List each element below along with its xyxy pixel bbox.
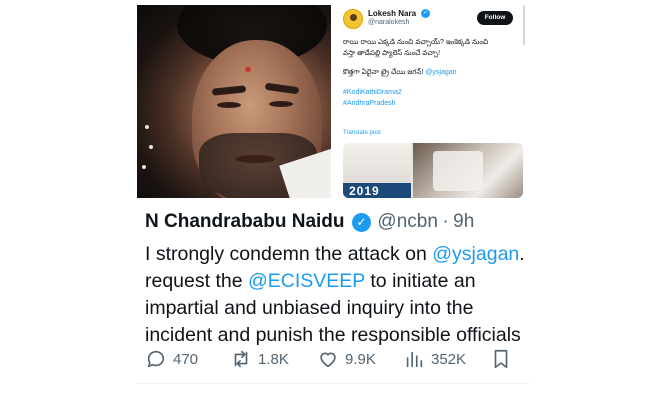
tweet-header: N Chandrababu Naidu ✓ @ncbn · 9h xyxy=(145,211,474,237)
author-name[interactable]: Lokesh Nara xyxy=(368,9,416,18)
mention-link[interactable]: @ECISVEEP xyxy=(248,270,365,292)
tweet-text-line-2: request the @ECISVEEP to initiate an xyxy=(145,270,476,292)
reply-button[interactable]: 470 xyxy=(145,346,198,372)
mention-link[interactable]: @ysjagan xyxy=(432,243,519,265)
hashtag-link[interactable]: #AndhraPradesh xyxy=(343,100,396,107)
tweet-text-line-1: రాయి రాయి ఎక్కడి నుంచి వచ్చాయ్? ఇంకెక్కడ… xyxy=(343,39,489,46)
repost-count: 1.8K xyxy=(258,350,289,368)
verified-badge-icon: ✓ xyxy=(421,9,430,18)
like-button[interactable]: 9.9K xyxy=(317,346,376,372)
bookmark-button[interactable] xyxy=(490,346,512,372)
verified-badge-icon: ✓ xyxy=(351,212,371,232)
media-year-text: 2019 xyxy=(349,184,380,198)
reply-icon xyxy=(147,350,165,368)
hashtag-link[interactable]: #KodiKathiDrama2 xyxy=(343,89,402,96)
tweet-text-line-4: incident and punish the responsible offi… xyxy=(145,324,521,346)
injured-man-photo xyxy=(137,5,331,198)
views-count: 352K xyxy=(431,350,467,368)
tweet-text-line-2: వస్తా తాడేపల్లి ప్యాలెస్ నుంచే వచ్చా! xyxy=(343,50,441,57)
author-handle[interactable]: @ncbn xyxy=(377,211,438,233)
scrollbar[interactable] xyxy=(523,5,525,45)
author-name[interactable]: N Chandrababu Naidu xyxy=(145,211,345,233)
tweet-text: I strongly condemn the attack on @ysjaga… xyxy=(145,241,530,349)
translate-post-link[interactable]: Translate post xyxy=(343,130,381,136)
views-chart-icon xyxy=(406,351,423,368)
views-button[interactable]: 352K xyxy=(403,346,466,372)
wound-mark xyxy=(245,67,251,72)
bookmark-icon xyxy=(494,349,508,369)
tweet-text-line-3: impartial and unbiased inquiry into the xyxy=(145,297,474,319)
separator-dot: · xyxy=(442,211,449,232)
top-collage-image: Lokesh Nara ✓ @naralokesh Follow రాయి రా… xyxy=(137,5,527,198)
mention-link[interactable]: @ysjagan xyxy=(425,69,456,76)
tweet-text-line-1: I strongly condemn the attack on @ysjaga… xyxy=(145,243,525,265)
repost-button[interactable]: 1.8K xyxy=(230,346,289,372)
tweet-text-line-3: కొత్తగా ఏదైనా ట్రై చేయి జగన్! @ysjagan xyxy=(343,69,457,76)
embedded-tweet-header: Lokesh Nara ✓ @naralokesh Follow xyxy=(343,7,527,31)
heart-icon xyxy=(320,352,336,368)
timestamp[interactable]: 9h xyxy=(453,211,474,233)
main-tweet: N Chandrababu Naidu ✓ @ncbn · 9h I stron… xyxy=(137,205,530,390)
divider xyxy=(137,383,530,384)
reply-count: 470 xyxy=(173,350,199,368)
embedded-tweet-card: Lokesh Nara ✓ @naralokesh Follow రాయి రా… xyxy=(343,5,527,198)
like-count: 9.9K xyxy=(345,350,376,368)
avatar[interactable] xyxy=(343,9,363,29)
repost-icon xyxy=(234,350,248,368)
tweet-action-bar: 470 1.8K 9.9K 352K xyxy=(145,346,525,372)
follow-button[interactable]: Follow xyxy=(477,11,513,25)
author-handle[interactable]: @naralokesh xyxy=(368,19,409,26)
tweet-media-image[interactable]: 2019 xyxy=(343,143,523,198)
